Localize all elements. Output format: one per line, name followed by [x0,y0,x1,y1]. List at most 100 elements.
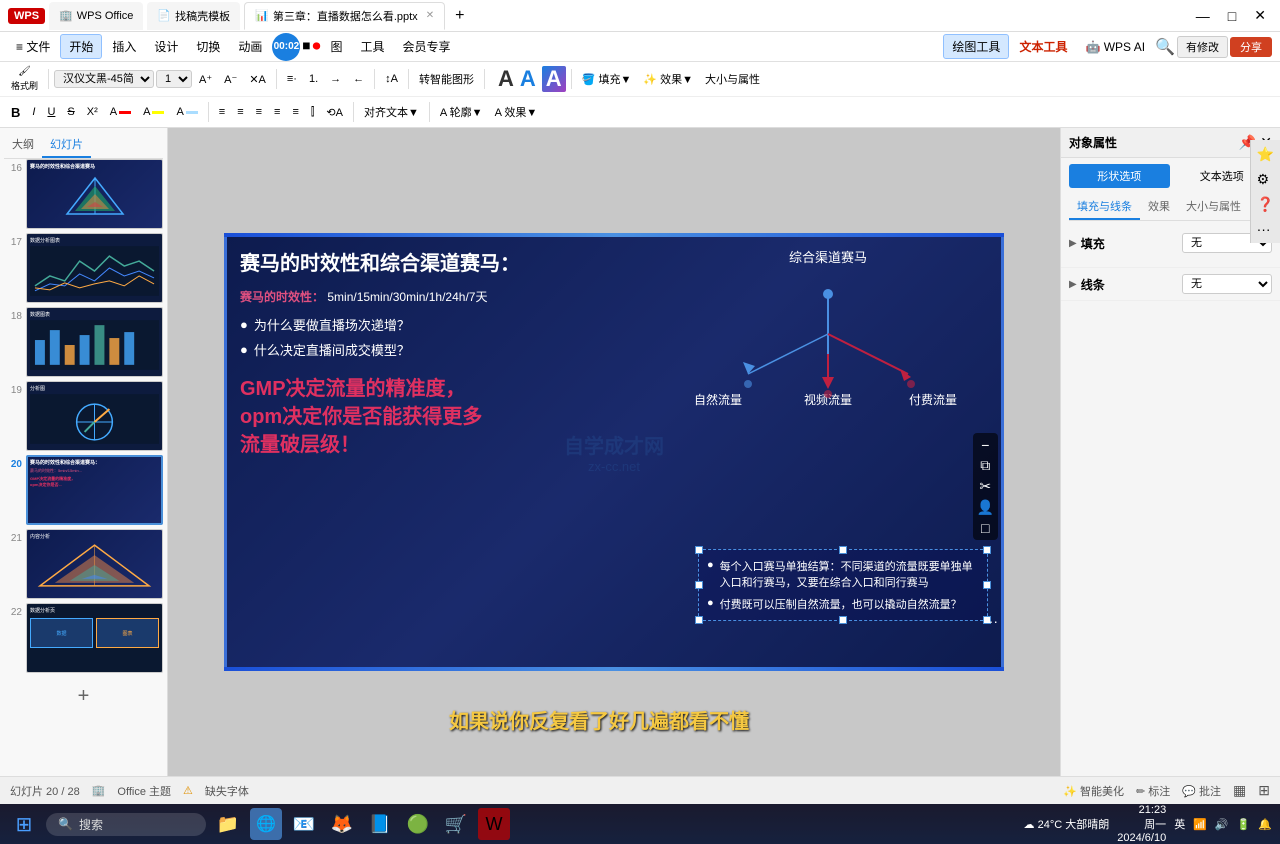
context-menu-button[interactable]: ··· [984,613,998,629]
fill-line-tab[interactable]: 填充与线条 [1069,194,1140,220]
add-tab-button[interactable]: + [449,7,470,25]
tab-wps-office[interactable]: 🏢 WPS Office [49,2,143,30]
float-layers-button[interactable]: ⧉ [977,457,994,474]
recording-dot-icon[interactable]: ⏺ [312,38,320,56]
rp-icon-2[interactable]: ⚙ [1257,171,1274,188]
align-right-button[interactable]: ≡ [251,101,267,123]
slide-thumb-16[interactable]: 16 赛马的时效性和综合渠道赛马 [4,159,163,229]
taskbar-app2[interactable]: 🟢 [402,808,434,840]
line-type-select[interactable]: 无 实线 渐变线 [1182,274,1272,294]
justify-button[interactable]: ≡ [269,101,285,123]
sel-handle-rc[interactable] [983,581,991,589]
numbered-list-button[interactable]: 1. [304,68,323,90]
canvas-area[interactable]: 赛马的时效性和综合渠道赛马： 赛马的时效性： 5min/15min/30min/… [168,128,1060,776]
add-slide-button[interactable]: + [78,685,90,708]
slide-thumb-22[interactable]: 22 数据分析页 数据 图表 [4,603,163,673]
text-style-a3[interactable]: A [542,66,566,92]
share-button[interactable]: 分享 [1230,37,1272,57]
align-left-button[interactable]: ≡ [214,101,230,123]
line-spacing-button[interactable]: ↕A [380,68,403,90]
menu-draw-tools[interactable]: 绘图工具 [943,34,1009,59]
menu-animation[interactable]: 动画 [230,35,270,58]
menu-insert[interactable]: 插入 [104,35,144,58]
slide-thumb-21[interactable]: 21 内容分析 [4,529,163,599]
bold-button[interactable]: B [6,101,25,123]
font-color-button[interactable]: A [105,101,136,123]
note-button[interactable]: 💬 批注 [1182,783,1221,799]
tab-shape-options[interactable]: 形状选项 [1069,164,1170,188]
strikethrough-button[interactable]: S [62,101,79,123]
restore-icon[interactable]: □ [1222,8,1242,24]
slide-thumb-17[interactable]: 17 数据分析图表 [4,233,163,303]
font-size-selector[interactable]: 18 [156,70,192,88]
clear-format-button[interactable]: ✕A [244,68,271,90]
taskbar-store[interactable]: 🛒 [440,808,472,840]
effect-tab[interactable]: 效果 [1140,194,1178,220]
start-button[interactable]: ⊞ [8,808,40,840]
menu-tools[interactable]: 工具 [352,35,392,58]
menu-start[interactable]: 开始 [60,34,102,59]
menu-vip[interactable]: 会员专享 [394,35,458,58]
menu-design[interactable]: 设计 [146,35,186,58]
col-button[interactable]: ⫿ [306,101,320,123]
text-style-a1[interactable]: A [498,66,514,92]
minimize-icon[interactable]: — [1190,8,1216,24]
indent-button[interactable]: → [325,68,346,90]
distribute-button[interactable]: ≡ [287,101,303,123]
text-bg-button[interactable]: A [171,101,202,123]
sel-handle-bc[interactable] [839,616,847,624]
format-painter-button[interactable]: 🖌 格式刷 [6,64,43,94]
increase-font-button[interactable]: A⁺ [194,68,217,90]
effect-button[interactable]: ✨ 效果▼ [638,68,698,90]
sel-handle-tc[interactable] [839,546,847,554]
convert-shape-button[interactable]: 转智能图形 [414,68,479,90]
right-textbox[interactable]: ● 每个入口赛马单独结算：不同渠道的流量既要单独单入口和行赛马，又要在综合入口和… [698,549,988,621]
sel-handle-lc[interactable] [695,581,703,589]
tab-slides[interactable]: 幻灯片 [42,132,91,158]
size-prop-tab[interactable]: 大小与属性 [1178,194,1249,220]
float-square-button[interactable]: □ [977,520,994,536]
float-crop-button[interactable]: ✂ [977,478,994,495]
tab-close-icon[interactable]: ✕ [426,10,434,21]
sel-handle-bl[interactable] [695,616,703,624]
taskbar-file-explorer[interactable]: 📁 [212,808,244,840]
fill-button[interactable]: 🪣 填充▼ [577,68,637,90]
save-button[interactable]: 有修改 [1177,36,1228,58]
close-icon[interactable]: ✕ [1248,7,1272,24]
tab-pptx[interactable]: 📊 第三章：直播数据怎么看.pptx ✕ [244,2,445,30]
comment-button[interactable]: ✏ 标注 [1136,783,1170,799]
recording-stop-icon[interactable]: ⏹ [302,38,310,56]
tab-template[interactable]: 📄 找稿壳模板 [147,2,240,30]
sel-handle-tl[interactable] [695,546,703,554]
view-split-button[interactable]: ⊞ [1258,782,1270,799]
underline-button[interactable]: U [42,101,60,123]
outdent-button[interactable]: ← [348,68,369,90]
rp-icon-1[interactable]: ⭐ [1257,146,1274,163]
line-expand-icon[interactable]: ▶ [1069,279,1077,290]
search-icon[interactable]: 🔍 [1155,37,1175,57]
taskbar-wps[interactable]: W [478,808,510,840]
taskbar-teams[interactable]: 📘 [364,808,396,840]
font-selector[interactable]: 汉仪文黑-45简 (正文) [54,70,154,88]
menu-text-tools[interactable]: 文本工具 [1011,35,1075,58]
size-prop-button[interactable]: 大小与属性 [700,68,765,90]
float-person-button[interactable]: 👤 [977,499,994,516]
rp-icon-3[interactable]: ❓ [1257,196,1274,213]
notification-icon[interactable]: 🔔 [1258,818,1272,831]
text-outline-button[interactable]: A 轮廓▼ [435,101,488,123]
float-minus-button[interactable]: − [977,437,994,453]
text-effect2-button[interactable]: A 效果▼ [490,101,543,123]
menu-transition[interactable]: 切换 [188,35,228,58]
taskbar-edge[interactable]: 🦊 [326,808,358,840]
bullet-list-button[interactable]: ≡· [282,68,302,90]
rp-icon-4[interactable]: ··· [1257,221,1274,237]
align-center-button[interactable]: ≡ [232,101,248,123]
taskbar-browser1[interactable]: 🌐 [250,808,282,840]
highlight-button[interactable]: A [138,101,169,123]
recording-button[interactable]: 00:02 [272,33,300,61]
sel-handle-tr[interactable] [983,546,991,554]
view-grid-button[interactable]: ▦ [1233,782,1246,799]
taskbar-search[interactable]: 🔍 搜索 [46,813,206,836]
menu-file[interactable]: ≡ 文件 [8,35,58,58]
slide-thumb-18[interactable]: 18 数据图表 [4,307,163,377]
